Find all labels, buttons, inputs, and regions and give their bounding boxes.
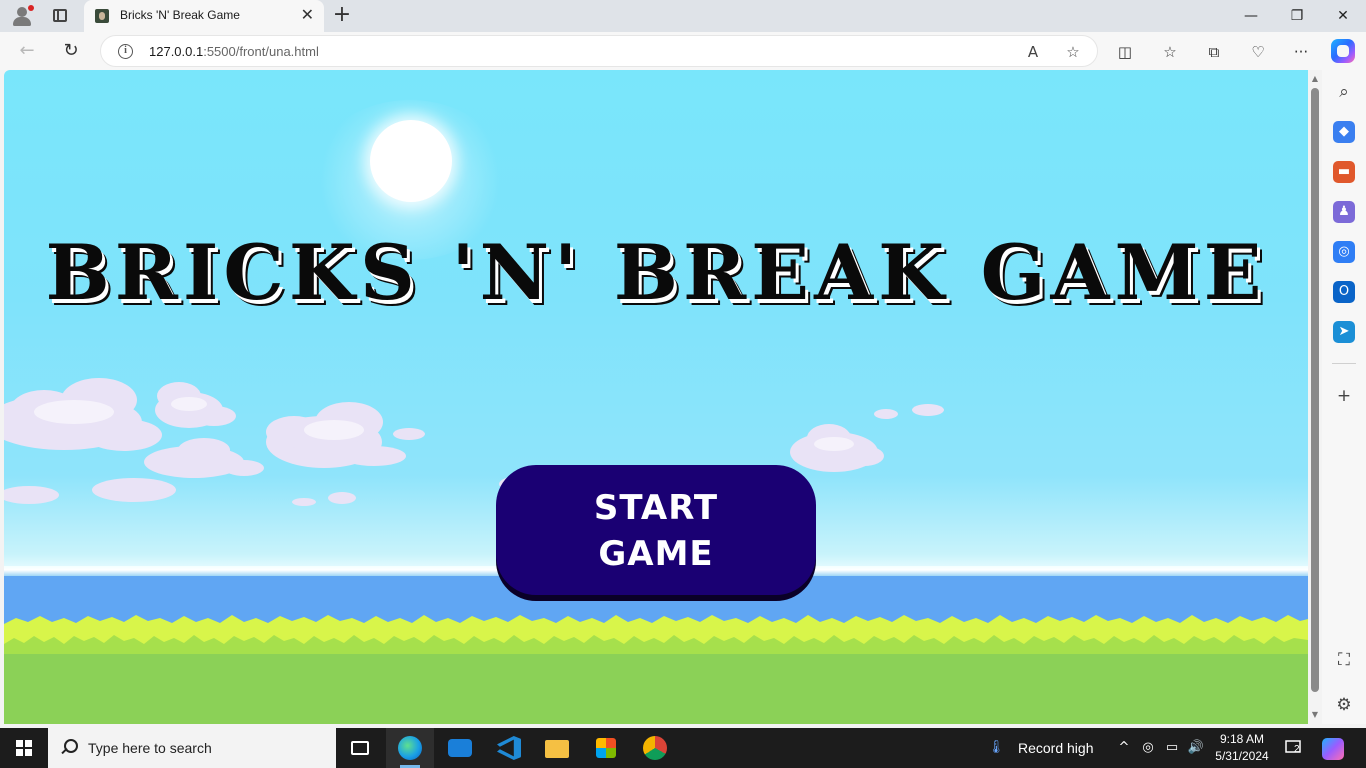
folder-glyph: [545, 740, 569, 758]
start-label-line1: START: [593, 488, 719, 528]
chrome-taskbar-icon[interactable]: [631, 728, 679, 768]
address-bar[interactable]: i 127.0.0.1:5500/front/una.html A ☆: [100, 35, 1098, 67]
clock-time: 9:18 AM: [1219, 732, 1265, 746]
start-label-line2: GAME: [598, 534, 714, 574]
scroll-thumb[interactable]: [1311, 88, 1319, 692]
games-icon[interactable]: ♟: [1333, 201, 1355, 223]
settings-gear-icon[interactable]: ⚙: [1333, 694, 1355, 716]
chrome-glyph: [643, 736, 667, 760]
tab-close-icon[interactable]: ✕: [301, 7, 314, 23]
taskbar-clock[interactable]: 9:18 AM 5/31/2024: [1208, 731, 1276, 765]
avatar-body: [13, 17, 31, 26]
search-icon[interactable]: ⌕: [1333, 81, 1355, 103]
start-game-label: START GAME: [496, 485, 816, 577]
tab-strip: Bricks 'N' Break Game ✕ + — ❐ ✕: [0, 0, 1366, 32]
edge-glyph: [398, 736, 422, 760]
taskbar-search[interactable]: Type here to search: [48, 728, 336, 768]
thermometer-icon[interactable]: 🌡: [986, 738, 1006, 758]
search-magnifier-icon: [60, 739, 78, 755]
taskbar-search-placeholder: Type here to search: [88, 740, 212, 756]
read-aloud-icon[interactable]: A: [1023, 42, 1043, 62]
scroll-down-arrow-icon[interactable]: ▼: [1310, 710, 1320, 720]
battery-icon[interactable]: ▭: [1162, 738, 1182, 758]
edge-taskbar-icon[interactable]: [386, 728, 434, 768]
notifications-icon[interactable]: 2: [1284, 738, 1304, 758]
profile-avatar-icon[interactable]: [8, 4, 36, 28]
start-game-button[interactable]: START GAME: [496, 465, 816, 595]
add-favorite-icon[interactable]: ☆: [1063, 42, 1083, 62]
edge-sidebar: ⌕ ◆ ▬ ♟ ◎ O ➤ + ⛶ ⚙: [1322, 70, 1366, 724]
copilot-icon[interactable]: [1331, 39, 1355, 63]
game-page: BRICKS 'N' BREAK GAME START GAME: [4, 70, 1308, 724]
back-button[interactable]: ←: [14, 39, 40, 63]
split-screen-icon[interactable]: ◫: [1114, 41, 1136, 63]
meet-now-icon[interactable]: ◎: [1138, 738, 1158, 758]
windows-logo-icon: [16, 740, 32, 756]
store-glyph: [596, 738, 616, 758]
more-options-icon[interactable]: ···: [1290, 41, 1312, 63]
mail-glyph: [448, 739, 472, 757]
minimize-button[interactable]: —: [1228, 0, 1274, 32]
browser-essentials-icon[interactable]: ♡: [1247, 41, 1269, 63]
tab-actions-icon[interactable]: [48, 4, 72, 28]
task-view-icon[interactable]: [336, 728, 384, 768]
favorites-icon[interactable]: ☆: [1159, 41, 1181, 63]
browser-toolbar: ← ↻ i 127.0.0.1:5500/front/una.html A ☆ …: [0, 32, 1366, 70]
outlook-icon[interactable]: O: [1333, 281, 1355, 303]
collections-icon[interactable]: ⧉: [1203, 41, 1225, 63]
task-view-glyph: [351, 741, 369, 755]
file-explorer-taskbar-icon[interactable]: [533, 728, 581, 768]
tab-favicon-icon: [95, 9, 109, 23]
tools-icon[interactable]: ▬: [1333, 161, 1355, 183]
store-taskbar-icon[interactable]: [582, 728, 630, 768]
close-window-button[interactable]: ✕: [1320, 0, 1366, 32]
windows-taskbar: Type here to search 🌡 Record high ^ ◎ ▭ …: [0, 728, 1366, 768]
vscode-glyph: [497, 736, 521, 760]
vscode-taskbar-icon[interactable]: [485, 728, 533, 768]
weather-text[interactable]: Record high: [1018, 740, 1094, 756]
start-button[interactable]: [0, 728, 48, 768]
add-sidebar-app-icon[interactable]: +: [1333, 385, 1355, 407]
show-hidden-icons-chevron-icon[interactable]: ^: [1114, 738, 1134, 758]
url-path: :5500/front/una.html: [203, 44, 319, 59]
tab-title: Bricks 'N' Break Game: [120, 8, 240, 22]
restore-button[interactable]: ❐: [1274, 0, 1320, 32]
avatar-head: [17, 7, 27, 17]
new-tab-button[interactable]: +: [330, 4, 354, 28]
notification-dot: [28, 5, 34, 11]
tab-actions-glyph: [53, 9, 67, 22]
site-info-icon[interactable]: i: [118, 44, 133, 59]
address-url[interactable]: 127.0.0.1:5500/front/una.html: [149, 44, 319, 59]
sidebar-divider: [1332, 363, 1356, 364]
active-tab[interactable]: Bricks 'N' Break Game ✕: [84, 0, 324, 32]
game-title: BRICKS 'N' BREAK GAME: [45, 228, 1267, 317]
shopping-tag-icon[interactable]: ◆: [1333, 121, 1355, 143]
mail-taskbar-icon[interactable]: [436, 728, 484, 768]
clock-date: 5/31/2024: [1215, 749, 1269, 763]
microsoft365-icon[interactable]: ◎: [1333, 241, 1355, 263]
screenshot-icon[interactable]: ⛶: [1333, 649, 1355, 671]
refresh-button[interactable]: ↻: [58, 39, 84, 63]
send-icon[interactable]: ➤: [1333, 321, 1355, 343]
page-scrollbar[interactable]: ▲ ▼: [1308, 70, 1322, 724]
volume-icon[interactable]: 🔊: [1186, 738, 1206, 758]
notification-count: 2: [1294, 744, 1300, 755]
url-host: 127.0.0.1: [149, 44, 204, 59]
copilot-taskbar-icon[interactable]: [1322, 738, 1344, 760]
scroll-up-arrow-icon[interactable]: ▲: [1310, 74, 1320, 84]
pixel-grass: [4, 615, 1308, 724]
